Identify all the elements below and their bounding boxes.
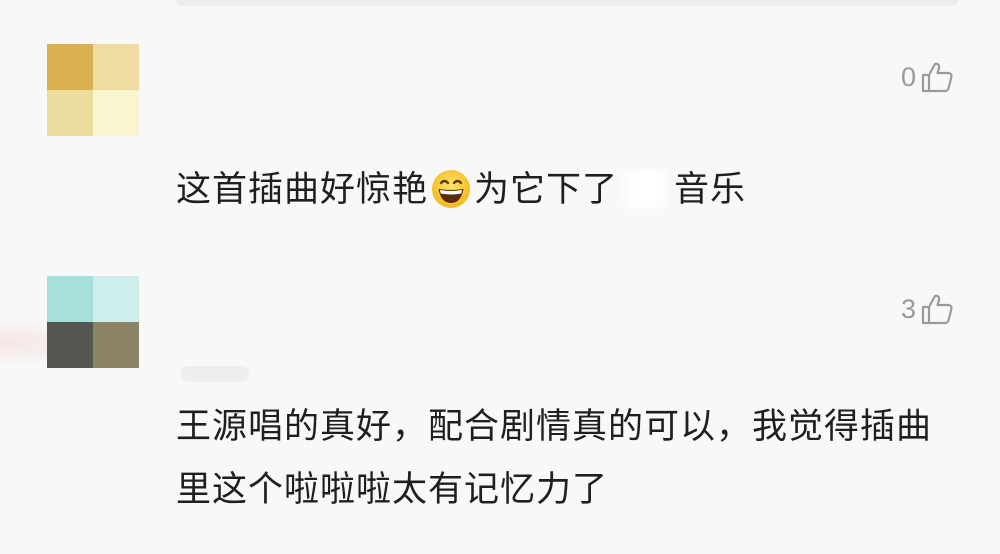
avatar-tile: [93, 276, 139, 322]
comment-text-part: 这首插曲好惊艳: [176, 170, 429, 210]
comment-text-part: 音乐: [674, 170, 747, 210]
comment-text: 王源唱的真好，配合剧情真的可以，我觉得插曲里这个啦啦啦太有记忆力了: [176, 396, 966, 522]
redacted-blur: [618, 170, 675, 208]
avatar-tile: [93, 90, 139, 136]
grinning-face-with-smiling-eyes-icon: [432, 170, 471, 208]
avatar[interactable]: [47, 44, 139, 136]
blurred-username: [180, 366, 250, 382]
comment-text: 这首插曲好惊艳 为它下了 音乐: [176, 160, 966, 220]
avatar-tile: [47, 322, 93, 368]
comment-text-part: 为它下了: [474, 170, 619, 210]
avatar-tile: [93, 44, 139, 90]
comment-text-part: 王源唱的真好，配合剧情真的可以，我觉得插曲里这个啦啦啦太有记忆力了: [176, 407, 933, 510]
like-count: 0: [900, 61, 916, 92]
avatar-tile: [93, 322, 139, 368]
like-count: 3: [900, 293, 916, 324]
avatar[interactable]: [47, 276, 139, 368]
avatar-tile: [47, 276, 93, 322]
like-button[interactable]: 0: [901, 60, 954, 94]
thumbs-up-outline-icon: [921, 294, 953, 325]
comment-item: 3 王源唱的真好，配合剧情真的可以，我觉得插曲里这个啦啦啦太有记忆力了: [0, 250, 1000, 554]
avatar-tile: [47, 44, 93, 90]
avatar-tile: [47, 90, 93, 136]
comment-item: 0 这首插曲好惊艳 为它下了 音乐: [0, 0, 1000, 250]
like-button[interactable]: 3: [901, 292, 954, 326]
thumbs-up-outline-icon: [921, 62, 953, 93]
